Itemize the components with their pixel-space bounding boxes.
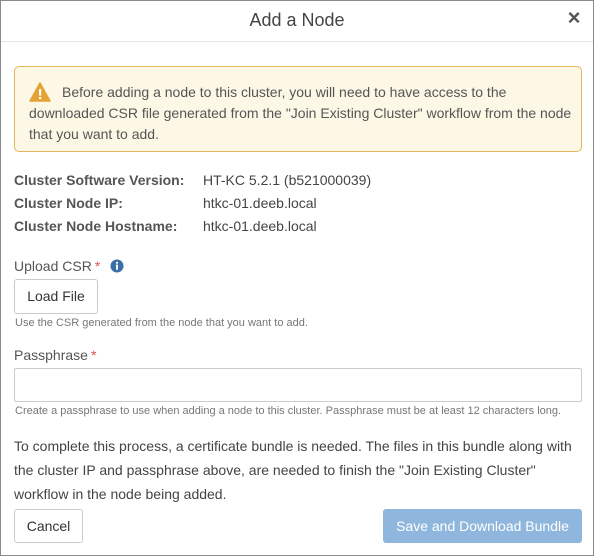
cancel-button[interactable]: Cancel [14, 509, 83, 543]
info-label: Cluster Node Hostname: [14, 218, 178, 234]
upload-csr-label: Upload CSR * [14, 258, 100, 274]
info-circle-icon[interactable] [110, 259, 124, 273]
add-node-dialog: Add a Node × Before adding a node to thi… [0, 0, 594, 556]
passphrase-label: Passphrase * [14, 347, 96, 363]
warning-alert: Before adding a node to this cluster, yo… [14, 66, 582, 152]
required-marker: * [90, 347, 97, 363]
info-value: HT-KC 5.2.1 (b521000039) [203, 172, 372, 188]
header-divider [1, 41, 593, 42]
close-icon[interactable]: × [564, 7, 584, 29]
dialog-header: Add a Node × [1, 1, 593, 41]
dialog-title: Add a Node [249, 10, 345, 30]
info-value: htkc-01.deeb.local [203, 195, 317, 211]
upload-csr-help: Use the CSR generated from the node that… [15, 317, 308, 329]
required-marker: * [94, 258, 101, 274]
bundle-note: To complete this process, a certificate … [14, 438, 572, 502]
load-file-button[interactable]: Load File [14, 279, 98, 314]
cluster-node-ip-row: Cluster Node IP: htkc-01.deeb.local [14, 195, 584, 213]
passphrase-label-text: Passphrase [14, 347, 88, 363]
info-label: Cluster Software Version: [14, 172, 185, 188]
cluster-node-hostname-row: Cluster Node Hostname: htkc-01.deeb.loca… [14, 218, 584, 236]
passphrase-help: Create a passphrase to use when adding a… [15, 405, 562, 417]
save-and-download-bundle-button[interactable]: Save and Download Bundle [383, 509, 582, 543]
upload-csr-label-text: Upload CSR [14, 258, 92, 274]
passphrase-input[interactable] [14, 368, 582, 402]
cluster-software-version-row: Cluster Software Version: HT-KC 5.2.1 (b… [14, 172, 584, 190]
info-label: Cluster Node IP: [14, 195, 123, 211]
info-value: htkc-01.deeb.local [203, 218, 317, 234]
alert-message: Before adding a node to this cluster, yo… [29, 84, 572, 142]
